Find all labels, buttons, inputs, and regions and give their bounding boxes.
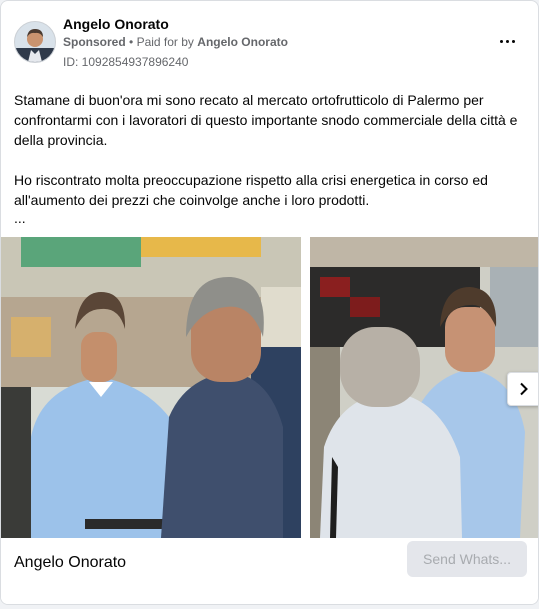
ad-card: Angelo Onorato Sponsored • Paid for by A… <box>0 0 539 605</box>
send-whatsapp-button[interactable]: Send Whats... <box>407 541 527 577</box>
post-paragraph: Ho riscontrato molta preoccupazione risp… <box>14 172 488 208</box>
post-text: Stamane di buon'ora mi sono recato al me… <box>14 90 529 226</box>
market-photo-1 <box>1 237 301 538</box>
more-options-button[interactable] <box>495 29 519 53</box>
ad-id: ID: 1092854937896240 <box>63 55 189 69</box>
carousel-next-button[interactable] <box>507 372 538 406</box>
footer-page-name: Angelo Onorato <box>14 554 127 571</box>
carousel-image-2[interactable] <box>310 237 538 538</box>
image-carousel[interactable] <box>1 237 538 538</box>
see-more-ellipsis[interactable]: ... <box>14 210 529 226</box>
market-photo-2 <box>310 237 538 538</box>
author-name[interactable]: Angelo Onorato <box>63 16 169 32</box>
post-footer: Angelo Onorato Send Whats... <box>1 538 538 604</box>
sponsored-label: Sponsored <box>63 35 126 49</box>
post-header: Angelo Onorato Sponsored • Paid for by A… <box>1 1 538 81</box>
sponsored-meta: Sponsored • Paid for by Angelo Onorato <box>63 35 288 49</box>
paid-for-by-label: Paid for by <box>136 35 194 49</box>
carousel-image-1[interactable] <box>1 237 301 538</box>
more-horizontal-icon <box>498 39 516 43</box>
avatar-photo <box>15 22 55 62</box>
avatar[interactable] <box>14 21 56 63</box>
meta-separator: • <box>129 35 134 49</box>
payer-name: Angelo Onorato <box>197 35 288 49</box>
chevron-right-icon <box>520 382 528 396</box>
post-paragraph: Stamane di buon'ora mi sono recato al me… <box>14 92 518 148</box>
